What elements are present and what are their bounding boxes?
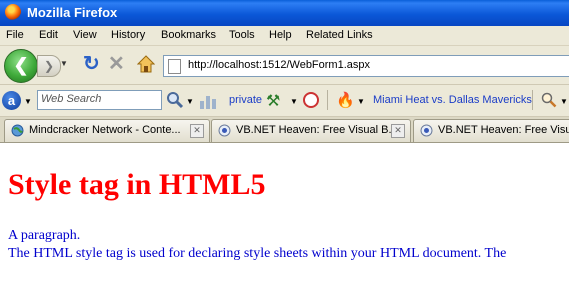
menu-edit[interactable]: Edit xyxy=(39,29,58,41)
wrench-icon[interactable]: ⚒ xyxy=(266,91,280,111)
close-tab-icon[interactable]: ✕ xyxy=(391,124,405,138)
private-link[interactable]: private xyxy=(229,94,262,106)
history-dropdown-icon[interactable]: ▼ xyxy=(60,59,68,68)
forward-arrow-icon: ❯ xyxy=(43,59,55,73)
forward-button[interactable]: ❯ xyxy=(37,55,61,77)
search-engine-dropdown-icon[interactable]: ▼ xyxy=(560,97,568,106)
toolbar-separator xyxy=(532,90,533,110)
url-text[interactable]: http://localhost:1512/WebForm1.aspx xyxy=(188,59,370,71)
stop-icon[interactable]: ✕ xyxy=(108,54,125,74)
tab-vbnet-heaven-1[interactable]: VB.NET Heaven: Free Visual B... ✕ xyxy=(211,119,411,142)
wrench-dropdown-icon[interactable]: ▼ xyxy=(290,97,298,106)
search-engine-icon[interactable] xyxy=(541,92,557,108)
firefox-logo-icon xyxy=(5,4,21,20)
menu-related-links[interactable]: Related Links xyxy=(306,29,373,41)
window-title: Mozilla Firefox xyxy=(27,5,118,20)
menu-help[interactable]: Help xyxy=(269,29,292,41)
ask-logo-icon[interactable]: a xyxy=(2,91,21,110)
back-button[interactable]: ❮ xyxy=(4,49,38,83)
flame-icon[interactable]: 🔥 xyxy=(336,91,355,109)
globe-favicon-icon xyxy=(11,124,24,137)
back-arrow-icon: ❮ xyxy=(13,55,29,75)
bar-chart-icon[interactable] xyxy=(199,93,217,109)
page-heading: Style tag in HTML5 xyxy=(8,168,266,201)
page-icon xyxy=(168,59,181,74)
page-content: Style tag in HTML5 A paragraph. The HTML… xyxy=(0,143,569,306)
flame-dropdown-icon[interactable]: ▼ xyxy=(357,97,365,106)
page-favicon-icon xyxy=(420,124,433,137)
tab-mindcracker[interactable]: Mindcracker Network - Conte... ✕ xyxy=(4,119,210,142)
home-icon[interactable] xyxy=(137,55,155,73)
menu-bar: File Edit View History Bookmarks Tools H… xyxy=(0,26,569,46)
clock-icon[interactable] xyxy=(303,92,319,108)
toolbar-separator xyxy=(327,90,328,110)
address-bar[interactable]: http://localhost:1512/WebForm1.aspx xyxy=(163,55,569,77)
reload-icon[interactable]: ↻ xyxy=(83,54,100,74)
navigation-bar: ❮ ❯ ▼ ↻ ✕ http://localhost:1512/WebForm1… xyxy=(0,46,569,85)
search-dropdown-icon[interactable]: ▼ xyxy=(186,97,194,106)
menu-bookmarks[interactable]: Bookmarks xyxy=(161,29,216,41)
menu-history[interactable]: History xyxy=(111,29,145,41)
paragraph: A paragraph. xyxy=(8,228,81,243)
page-favicon-icon xyxy=(218,124,231,137)
paragraph: The HTML style tag is used for declaring… xyxy=(8,246,507,261)
web-search-box[interactable] xyxy=(37,90,162,110)
tab-label: VB.NET Heaven: Free Visual B... xyxy=(236,124,398,136)
tab-vbnet-heaven-2[interactable]: VB.NET Heaven: Free Visual B xyxy=(413,119,569,142)
menu-file[interactable]: File xyxy=(6,29,24,41)
close-tab-icon[interactable]: ✕ xyxy=(190,124,204,138)
ask-toolbar: a ▼ ▼ private ⚒ ▼ 🔥 ▼ Miami Heat vs. Dal… xyxy=(0,85,569,117)
ask-dropdown-icon[interactable]: ▼ xyxy=(24,97,32,106)
tab-strip: Mindcracker Network - Conte... ✕ VB.NET … xyxy=(0,117,569,143)
menu-tools[interactable]: Tools xyxy=(229,29,255,41)
menu-view[interactable]: View xyxy=(73,29,97,41)
search-icon[interactable] xyxy=(166,91,184,109)
tab-label: Mindcracker Network - Conte... xyxy=(29,124,181,136)
tab-label: VB.NET Heaven: Free Visual B xyxy=(438,124,569,136)
bookmark-link[interactable]: Miami Heat vs. Dallas Mavericks xyxy=(373,94,532,106)
title-bar: Mozilla Firefox xyxy=(0,0,569,26)
web-search-input[interactable] xyxy=(41,91,159,107)
